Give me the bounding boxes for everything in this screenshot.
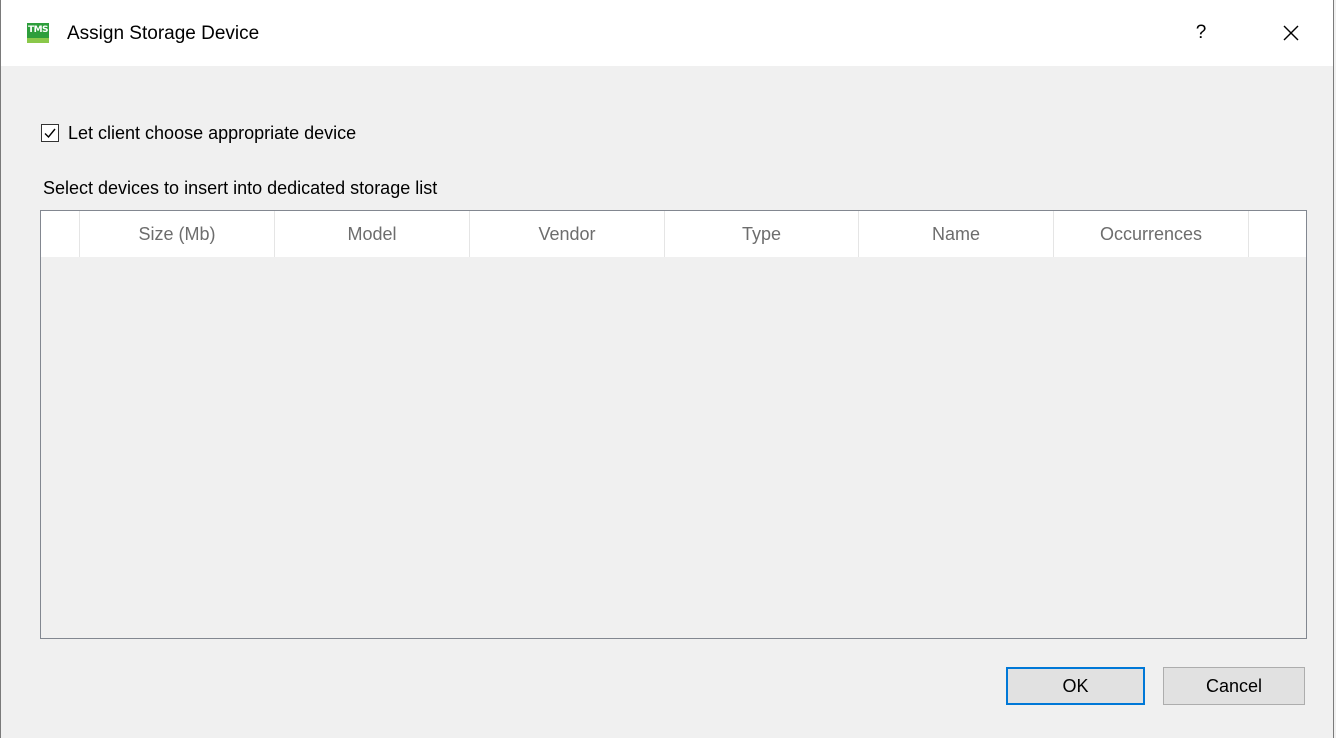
close-button[interactable] [1271,18,1311,48]
auto-choose-label[interactable]: Let client choose appropriate device [68,122,356,144]
column-header-select[interactable] [41,211,80,257]
cancel-button[interactable]: Cancel [1163,667,1305,705]
column-header-vendor[interactable]: Vendor [470,211,665,257]
auto-choose-option[interactable]: Let client choose appropriate device [41,122,356,144]
help-button[interactable]: ? [1181,18,1221,48]
checkmark-icon [44,128,56,139]
column-header-type[interactable]: Type [665,211,859,257]
auto-choose-checkbox[interactable] [41,124,59,142]
column-header-occurrences[interactable]: Occurrences [1054,211,1249,257]
column-header-size[interactable]: Size (Mb) [80,211,275,257]
column-header-filler [1249,211,1306,257]
column-header-model[interactable]: Model [275,211,470,257]
column-header-name[interactable]: Name [859,211,1054,257]
close-icon [1283,25,1299,41]
devices-table[interactable]: Size (Mb) Model Vendor Type Name Occurre… [40,210,1307,639]
ok-button[interactable]: OK [1006,667,1145,705]
title-bar: TMS Assign Storage Device ? [1,0,1333,66]
devices-section-label: Select devices to insert into dedicated … [43,178,438,198]
dialog-title: Assign Storage Device [67,23,260,44]
assign-storage-device-dialog: TMS Assign Storage Device ? Let client c… [0,0,1334,738]
app-icon: TMS [27,23,49,43]
devices-table-header: Size (Mb) Model Vendor Type Name Occurre… [41,211,1306,257]
